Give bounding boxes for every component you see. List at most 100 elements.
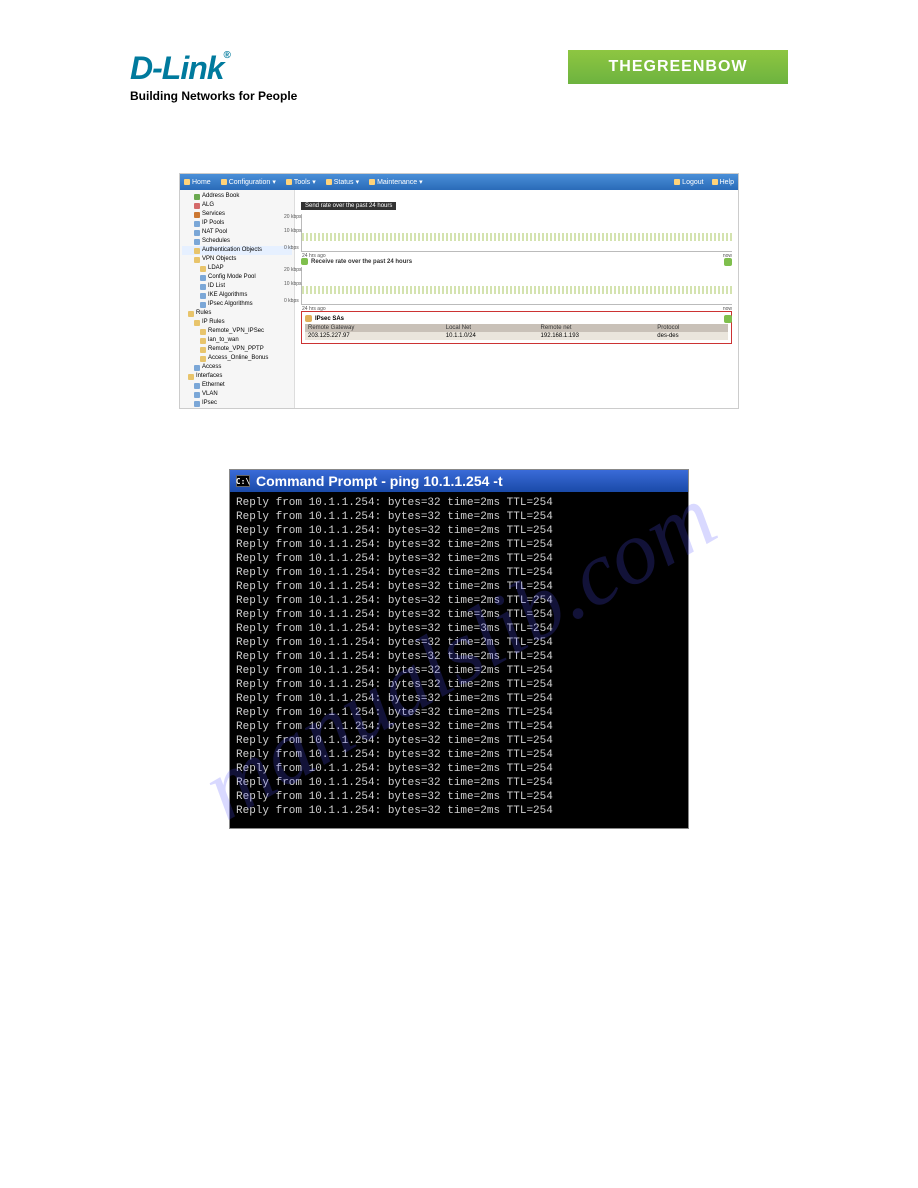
help-label: Help [720,179,734,186]
y-label-0: 0 kbps [284,245,299,251]
tree-vlan[interactable]: VLAN [182,390,292,399]
doc-icon [200,284,206,290]
col-remote-net: Remote net [538,324,655,332]
tree-vpnobj[interactable]: VPN Objects [182,255,292,264]
folder-icon [200,329,206,335]
tools-menu[interactable]: Tools ▾ [286,178,316,186]
y-label-0b: 0 kbps [284,298,299,304]
folder-icon [194,248,200,254]
lock-icon [194,401,200,407]
greenbow-logo: THEGREENBOW [568,50,788,84]
recv-rate-header: Receive rate over the past 24 hours [301,258,732,265]
logout-link[interactable]: Logout [674,179,703,186]
folder-icon [200,338,206,344]
folder-icon [188,374,194,380]
help-link[interactable]: Help [712,179,734,186]
tree-ipsec[interactable]: IPsec [182,399,292,408]
tree-configmode[interactable]: Config Mode Pool [182,273,292,282]
book-icon [194,194,200,200]
cell-remote-net: 192.168.1.193 [538,332,655,340]
folder-icon [200,356,206,362]
admin-screenshot: Home Configuration ▾ Tools ▾ Status ▾ Ma… [179,173,739,409]
tree-idlist[interactable]: ID List [182,282,292,291]
admin-topbar: Home Configuration ▾ Tools ▾ Status ▾ Ma… [180,174,738,190]
tree-interfaces[interactable]: Interfaces [182,372,292,381]
config-label: Configuration [229,179,271,186]
doc-icon [194,221,200,227]
y-label-10b: 10 kbps [284,281,302,287]
dlink-tagline: Building Networks for People [130,89,297,103]
tree-remotepptp[interactable]: Remote_VPN_PPTP [182,345,292,354]
doc-icon [200,275,206,281]
x-label-start-b: 24 hrs ago [302,306,326,312]
home-label: Home [192,179,211,186]
status-panel: Send rate over the past 24 hours 20 kbps… [295,190,738,408]
maint-icon [369,179,375,185]
doc-icon [194,230,200,236]
tree-addressbook[interactable]: Address Book [182,192,292,201]
tree-natpool[interactable]: NAT Pool [182,228,292,237]
ipsec-sa-table: Remote Gateway Local Net Remote net Prot… [305,324,728,340]
cmd-output: Reply from 10.1.1.254: bytes=32 time=2ms… [230,492,688,828]
refresh-icon[interactable] [724,315,732,323]
cell-protocol: des-des [654,332,728,340]
table-row[interactable]: 203.125.227.97 10.1.1.0/24 192.168.1.193… [305,332,728,340]
col-remote-gw: Remote Gateway [305,324,443,332]
tree-accessonline[interactable]: Access_Online_Bonus [182,354,292,363]
chart-line-icon [302,233,732,241]
tree-lantowan[interactable]: lan_to_wan [182,336,292,345]
cell-remote-gw: 203.125.227.97 [305,332,443,340]
ipsec-sa-block: IPsec SAs Remote Gateway Local Net Remot… [301,311,732,344]
tree-iprules[interactable]: IP Rules [182,318,292,327]
doc-icon [194,365,200,371]
recv-rate-title: Receive rate over the past 24 hours [311,259,412,265]
tree-rules[interactable]: Rules [182,309,292,318]
tree-alg[interactable]: ALG [182,201,292,210]
cmd-screenshot: C:\ Command Prompt - ping 10.1.1.254 -t … [229,469,689,829]
home-icon [184,179,190,185]
status-menu[interactable]: Status ▾ [326,178,359,186]
tools-icon [286,179,292,185]
folder-icon [200,347,206,353]
tree-ldap[interactable]: LDAP [182,264,292,273]
tree-ippools[interactable]: IP Pools [182,219,292,228]
x-label-start: 24 hrs ago [302,253,326,259]
folder-icon [188,311,194,317]
logout-icon [674,179,680,185]
x-label-end-b: now [723,306,732,312]
tree-schedules[interactable]: Schedules [182,237,292,246]
tree-remotevpn[interactable]: Remote_VPN_IPSec [182,327,292,336]
logout-label: Logout [682,179,703,186]
dlink-logo-block: D-Link® Building Networks for People [130,50,297,103]
lock-icon [305,315,312,322]
cmd-titlebar: C:\ Command Prompt - ping 10.1.1.254 -t [230,470,688,492]
calendar-icon [194,239,200,245]
status-label: Status [334,179,354,186]
refresh-icon[interactable] [724,258,732,266]
cell-local-net: 10.1.1.0/24 [443,332,538,340]
registered-icon: ® [224,50,230,61]
config-menu[interactable]: Configuration ▾ [221,178,276,186]
help-icon [712,179,718,185]
page-header: D-Link® Building Networks for People THE… [0,0,918,113]
tools-label: Tools [294,179,310,186]
status-icon [326,179,332,185]
tree-services[interactable]: Services [182,210,292,219]
recv-rate-chart: 20 kbps 10 kbps 0 kbps 24 hrs ago now [301,267,732,305]
chart-icon [301,258,308,265]
send-rate-title: Send rate over the past 24 hours [301,202,396,210]
folder-icon [194,257,200,263]
doc-icon [200,293,206,299]
tree-authobj[interactable]: Authentication Objects [182,246,292,255]
cmd-icon: C:\ [236,475,250,487]
ethernet-icon [194,383,200,389]
tree-ikealgo[interactable]: IKE Algorithms [182,291,292,300]
send-rate-chart: 20 kbps 10 kbps 0 kbps 24 hrs ago now [301,214,732,252]
maint-menu[interactable]: Maintenance ▾ [369,178,423,186]
doc-icon [200,302,206,308]
home-menu[interactable]: Home [184,179,211,186]
tree-access[interactable]: Access [182,363,292,372]
tree-ipsecalgo[interactable]: IPsec Algorithms [182,300,292,309]
y-label-20b: 20 kbps [284,267,302,273]
tree-ethernet[interactable]: Ethernet [182,381,292,390]
